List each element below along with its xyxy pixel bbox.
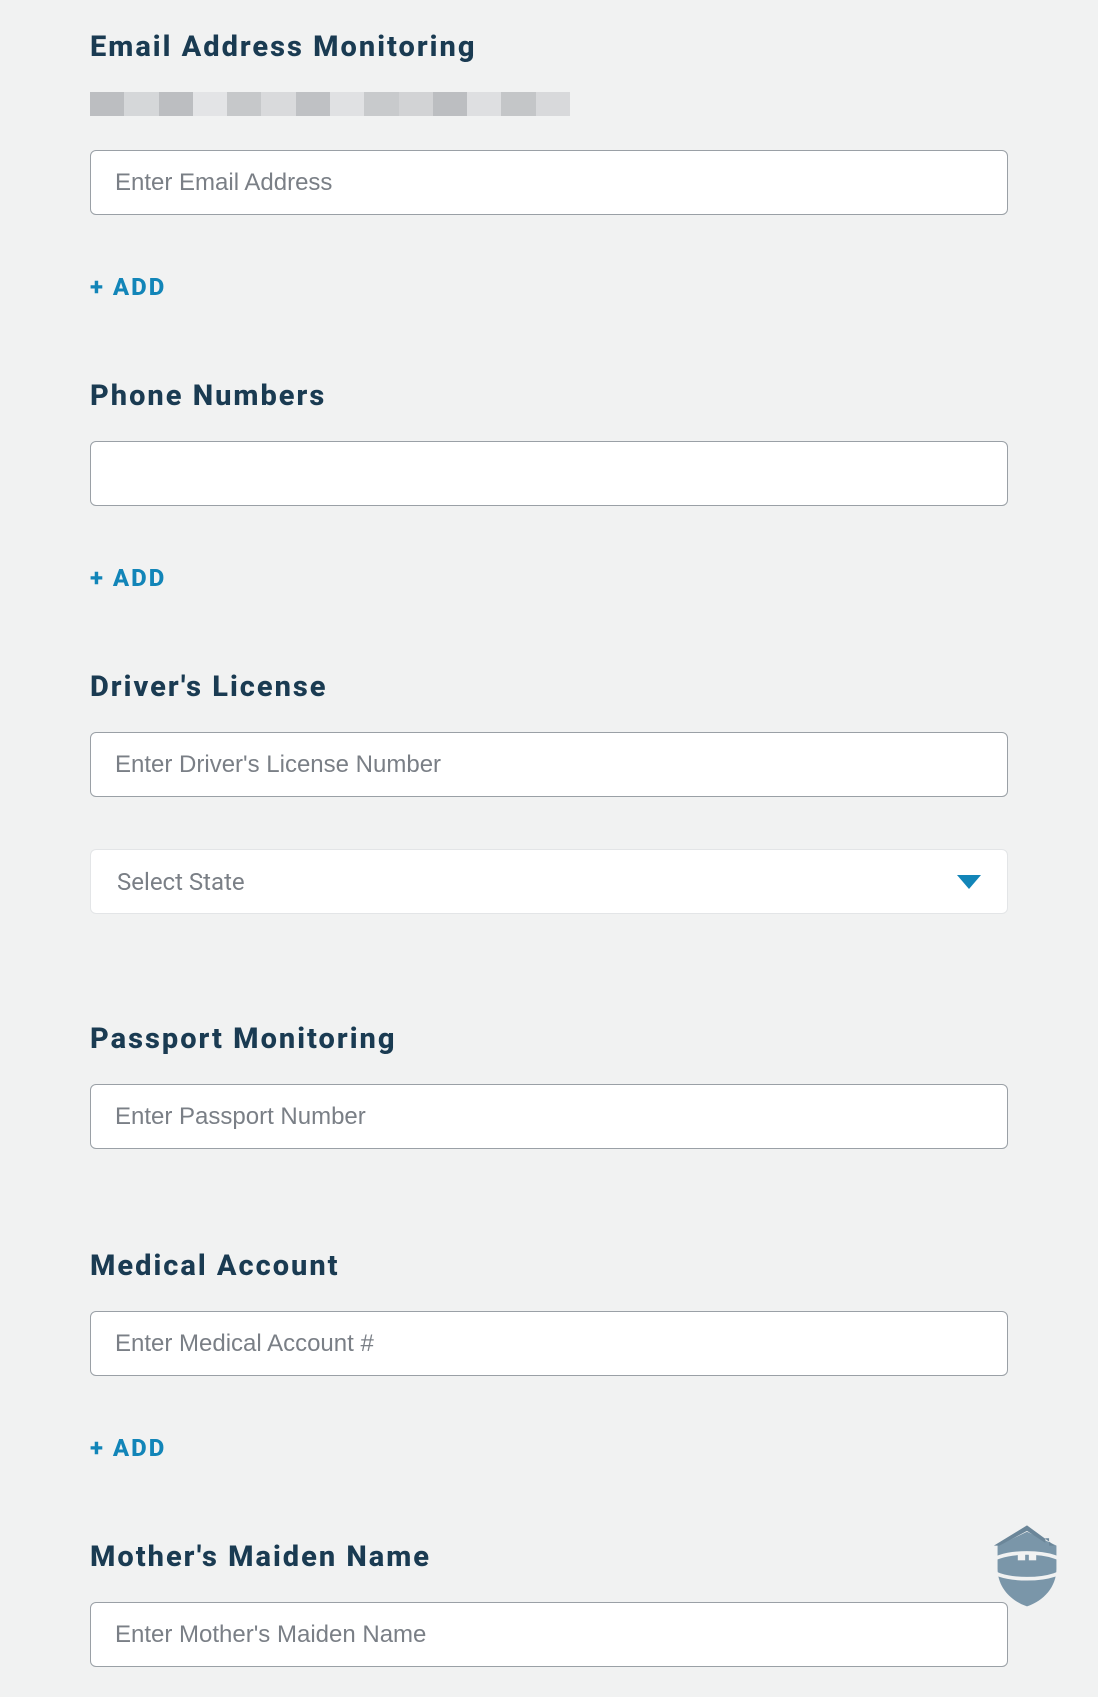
phone-section: Phone Numbers + ADD — [90, 379, 1008, 592]
maiden-input[interactable] — [90, 1602, 1008, 1667]
maiden-heading: Mother's Maiden Name — [90, 1540, 1008, 1574]
passport-input[interactable] — [90, 1084, 1008, 1149]
drivers-license-section: Driver's License Select State — [90, 670, 1008, 914]
add-medical-button[interactable]: + ADD — [90, 1434, 166, 1462]
drivers-license-heading: Driver's License — [90, 670, 1008, 704]
email-heading: Email Address Monitoring — [90, 30, 1008, 64]
passport-heading: Passport Monitoring — [90, 1022, 1008, 1056]
email-section: Email Address Monitoring + ADD — [90, 30, 1008, 301]
chevron-down-icon — [957, 875, 981, 889]
email-input[interactable] — [90, 150, 1008, 215]
security-badge-icon[interactable] — [981, 1518, 1073, 1610]
medical-input[interactable] — [90, 1311, 1008, 1376]
medical-section: Medical Account + ADD — [90, 1249, 1008, 1462]
passport-section: Passport Monitoring — [90, 1022, 1008, 1149]
add-phone-button[interactable]: + ADD — [90, 564, 166, 592]
medical-heading: Medical Account — [90, 1249, 1008, 1283]
redacted-email-value — [90, 92, 570, 116]
state-select-placeholder: Select State — [117, 868, 245, 896]
state-select[interactable]: Select State — [90, 849, 1008, 914]
phone-input[interactable] — [90, 441, 1008, 506]
maiden-section: Mother's Maiden Name — [90, 1540, 1008, 1667]
monitoring-form: Email Address Monitoring + ADD Phone Num… — [0, 0, 1098, 1697]
drivers-license-input[interactable] — [90, 732, 1008, 797]
phone-heading: Phone Numbers — [90, 379, 1008, 413]
add-email-button[interactable]: + ADD — [90, 273, 166, 301]
